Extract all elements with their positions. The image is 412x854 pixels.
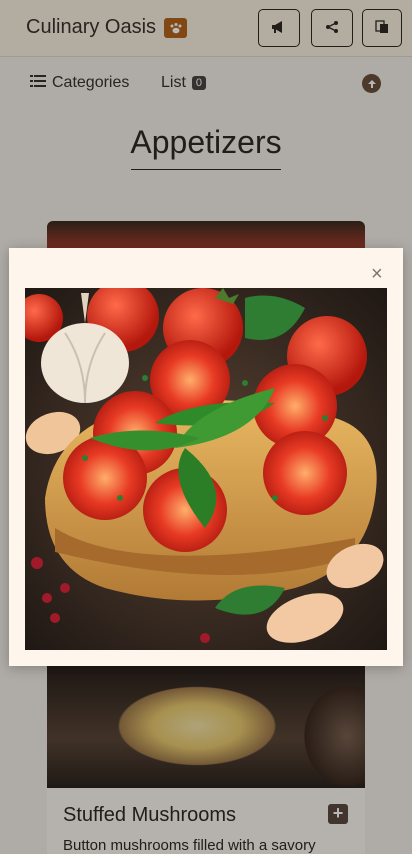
- image-modal: ×: [9, 248, 403, 666]
- bruschetta-photo: [25, 288, 387, 650]
- close-icon[interactable]: ×: [371, 264, 383, 284]
